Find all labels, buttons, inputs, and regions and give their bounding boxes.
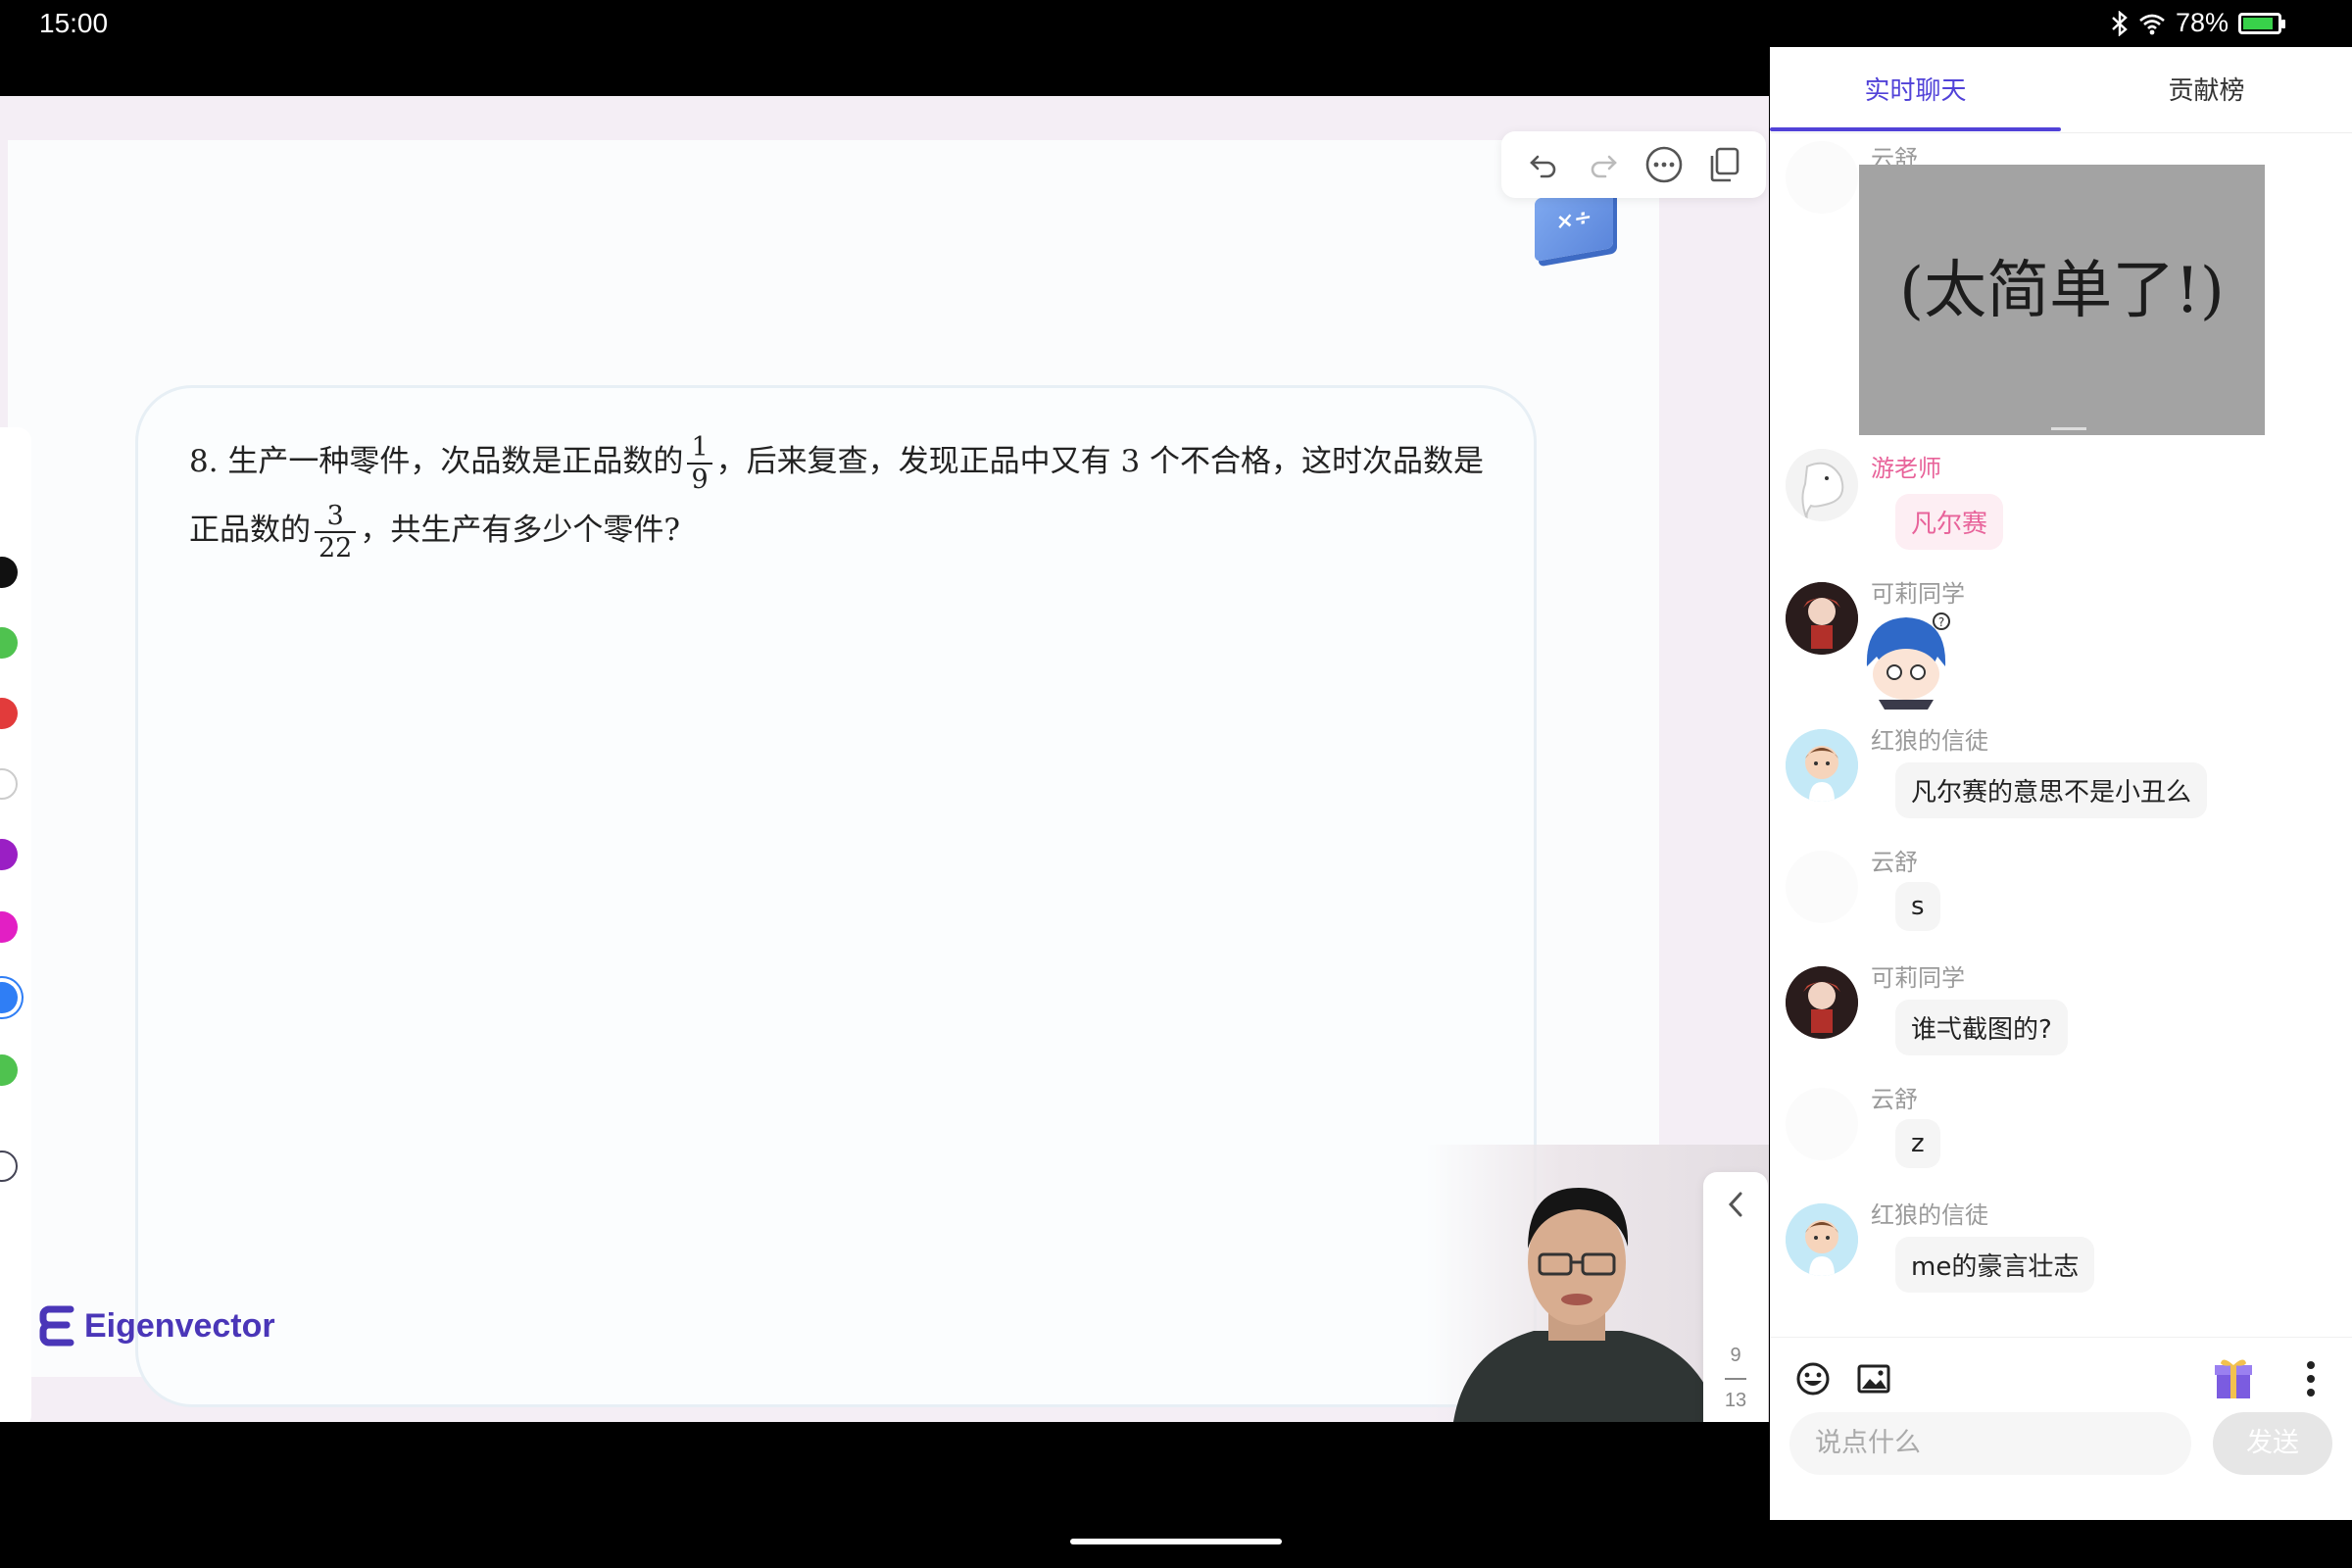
status-bar: 15:00 78% <box>0 0 2352 49</box>
tab-contribution-rank[interactable]: 贡献榜 <box>2061 71 2352 107</box>
avatar[interactable] <box>1786 1203 1858 1276</box>
handwriting-text: (太简单了!) <box>1899 255 2225 327</box>
question-part1: 8. 生产一种零件，次品数是正品数的 <box>189 444 684 479</box>
gift-icon[interactable] <box>2209 1353 2258 1402</box>
avatar[interactable] <box>1786 582 1858 655</box>
color-palette <box>0 427 31 1422</box>
more-vertical-icon[interactable] <box>2305 1359 2317 1398</box>
sender-name: 红狼的信徒 <box>1871 727 1988 755</box>
redo-icon[interactable] <box>1582 143 1625 186</box>
question-part3: ，共生产有多少个零件? <box>360 513 680 548</box>
eigenvector-logo: Eigenvector <box>37 1303 275 1348</box>
whiteboard[interactable]: 8. 生产一种零件，次品数是正品数的 1 9 ，后来复查，发现正品中又有 3 个不合格… <box>8 140 1659 1407</box>
color-swatch-red[interactable] <box>0 698 18 729</box>
message-bubble: me的豪言壮志 <box>1895 1237 2095 1293</box>
sender-name: 可莉同学 <box>1871 964 1965 992</box>
send-button[interactable]: 发送 <box>2213 1412 2332 1475</box>
question-text: 8. 生产一种零件，次品数是正品数的 1 9 ，后来复查，发现正品中又有 3 个不合格… <box>189 427 1512 564</box>
color-swatch-purple[interactable] <box>0 839 18 870</box>
more-icon[interactable] <box>1642 143 1686 186</box>
chat-panel: 实时聊天 贡献榜 云舒 (太简单了!) 游老师 凡尔赛 可莉同学 ? 红狼的信徒… <box>1770 47 2352 1520</box>
avatar[interactable] <box>1786 141 1858 214</box>
sender-name: 云舒 <box>1871 1086 1918 1113</box>
fraction1-num: 1 <box>687 432 712 465</box>
logo-text: Eigenvector <box>84 1306 275 1345</box>
copy-icon[interactable] <box>1702 143 1745 186</box>
avatar[interactable] <box>1786 729 1858 802</box>
color-swatch-white[interactable] <box>0 768 18 800</box>
home-indicator[interactable] <box>1070 1539 1282 1544</box>
pager-divider <box>1725 1378 1746 1380</box>
battery-percent: 78% <box>2175 8 2229 37</box>
avatar[interactable] <box>1786 851 1858 923</box>
eigenvector-logo-icon <box>39 1305 74 1347</box>
current-page: 9 <box>1730 1345 1741 1366</box>
palette-more-icon[interactable] <box>0 1151 18 1182</box>
message-bubble: z <box>1895 1119 1940 1168</box>
tab-live-chat[interactable]: 实时聊天 <box>1770 71 2061 107</box>
color-swatch-black[interactable] <box>0 557 18 588</box>
image-icon[interactable] <box>1856 1361 1891 1396</box>
active-tab-indicator <box>1770 127 2061 131</box>
fraction-3-22: 3 22 <box>315 501 357 564</box>
undo-icon[interactable] <box>1522 143 1565 186</box>
message-bubble: 凡尔赛 <box>1895 494 2004 550</box>
chat-tabs: 实时聊天 贡献榜 <box>1770 47 2352 133</box>
emoji-icon[interactable] <box>1795 1361 1831 1396</box>
color-swatch-green-2[interactable] <box>0 1054 18 1086</box>
sender-name: 游老师 <box>1871 455 1941 482</box>
sender-name: 可莉同学 <box>1871 580 1965 608</box>
fraction-1-9: 19 <box>687 432 712 495</box>
color-swatch-blue-selected[interactable] <box>0 982 18 1013</box>
shared-image[interactable]: (太简单了!) <box>1859 165 2265 435</box>
status-time: 15:00 <box>39 8 109 38</box>
fraction2-den: 22 <box>318 532 353 564</box>
top-toolbar <box>1501 131 1766 198</box>
message-bubble: 谁弌截图的? <box>1895 1000 2068 1055</box>
page-navigator: 9 13 <box>1703 1172 1768 1422</box>
whiteboard-stage: 8. 生产一种零件，次品数是正品数的 1 9 ，后来复查，发现正品中又有 3 个不合格… <box>0 96 1769 1422</box>
avatar[interactable] <box>1786 1088 1858 1160</box>
wifi-icon <box>2139 14 2165 34</box>
prev-page-icon[interactable] <box>1723 1190 1748 1219</box>
bluetooth-icon <box>2112 10 2128 36</box>
chat-input[interactable]: 说点什么 <box>1789 1412 2191 1475</box>
message-bubble: 凡尔赛的意思不是小丑么 <box>1895 762 2208 818</box>
svg-text:?: ? <box>1938 615 1944 629</box>
avatar[interactable] <box>1786 966 1858 1039</box>
color-swatch-magenta[interactable] <box>0 911 18 943</box>
chat-input-bar: 说点什么 发送 <box>1770 1337 2352 1520</box>
fraction1-den: 9 <box>691 464 709 495</box>
handwriting-image: (太简单了!) <box>1859 165 2265 435</box>
color-swatch-green[interactable] <box>0 627 18 659</box>
fraction2-num: 3 <box>315 501 357 533</box>
total-pages: 13 <box>1724 1390 1747 1411</box>
chat-message-list[interactable]: 云舒 (太简单了!) 游老师 凡尔赛 可莉同学 ? 红狼的信徒 凡尔赛的意思不是… <box>1770 133 2352 1384</box>
question-card: 8. 生产一种零件，次品数是正品数的 1 9 ，后来复查，发现正品中又有 3 个不合格… <box>135 385 1537 1407</box>
status-icons: 78% <box>2111 8 2285 38</box>
sender-name: 云舒 <box>1871 849 1918 876</box>
battery-icon <box>2238 12 2285 34</box>
sender-name: 红狼的信徒 <box>1871 1201 1988 1229</box>
message-bubble: s <box>1895 882 1940 931</box>
sticker-image[interactable]: ? <box>1859 610 1955 710</box>
avatar[interactable] <box>1786 449 1858 521</box>
